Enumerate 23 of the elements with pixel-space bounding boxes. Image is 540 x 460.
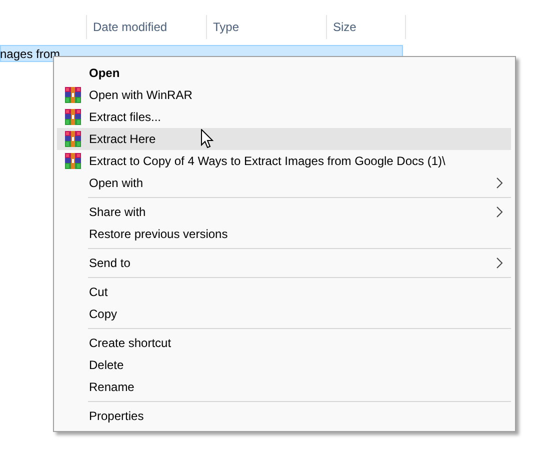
column-header[interactable]: Size <box>326 15 406 39</box>
pointer-icon <box>201 129 214 149</box>
menu-item[interactable]: Open with <box>57 172 511 194</box>
menu-item[interactable]: Delete <box>57 354 511 376</box>
books-icon <box>65 87 81 103</box>
column-header[interactable]: Type <box>206 15 326 39</box>
menu-item[interactable]: Copy <box>57 303 511 325</box>
books-icon <box>65 131 81 147</box>
menu-item[interactable]: Rename <box>57 376 511 398</box>
menu-item[interactable]: Open <box>57 62 511 84</box>
menu-item[interactable]: Extract files... <box>57 106 511 128</box>
menu-item[interactable]: Cut <box>57 281 511 303</box>
menu-item[interactable]: Open with WinRAR <box>57 84 511 106</box>
column-header[interactable]: Date modified <box>86 15 206 39</box>
menu-item[interactable]: Share with <box>57 201 511 223</box>
menu-item[interactable]: Properties <box>57 405 511 427</box>
menu-item[interactable]: Extract to Copy of 4 Ways to Extract Images from Google Docs (1)\ <box>57 150 511 172</box>
menu-item[interactable]: Extract Here <box>57 128 511 150</box>
books-icon <box>65 109 81 125</box>
menu-item[interactable]: Create shortcut <box>57 332 511 354</box>
books-icon <box>65 153 81 169</box>
menu-item[interactable]: Restore previous versions <box>57 223 511 245</box>
menu-item[interactable]: Send to <box>57 252 511 274</box>
